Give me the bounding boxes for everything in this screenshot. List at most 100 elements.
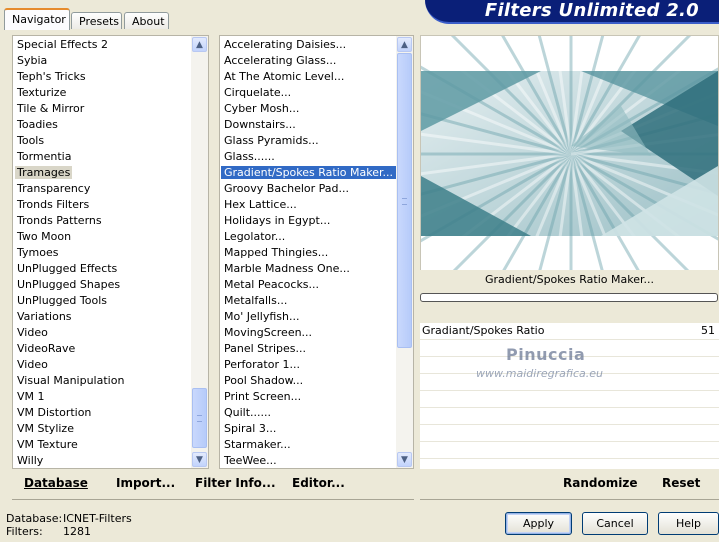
- randomize-button[interactable]: Randomize: [563, 476, 637, 490]
- list-item[interactable]: Hex Lattice...: [220, 197, 396, 213]
- list-item[interactable]: Accelerating Daisies...: [220, 37, 396, 53]
- filter-info-button[interactable]: Filter Info...: [195, 476, 276, 490]
- list-item-label: Tramages: [15, 166, 73, 179]
- list-item[interactable]: UnPlugged Shapes: [13, 277, 191, 293]
- list-item-label: Holidays in Egypt...: [224, 214, 331, 227]
- list-item[interactable]: Gradient/Spokes Ratio Maker...: [220, 165, 396, 181]
- list-item[interactable]: Tormentia: [13, 149, 191, 165]
- cancel-button[interactable]: Cancel: [582, 512, 648, 535]
- list-item[interactable]: VM Texture: [13, 437, 191, 453]
- filter-list[interactable]: Accelerating Daisies... Accelerating Glas…: [219, 35, 414, 469]
- list-item[interactable]: Print Screen...: [220, 389, 396, 405]
- tab-about[interactable]: About: [124, 12, 169, 29]
- chevron-up-icon[interactable]: ▲: [397, 37, 412, 52]
- chevron-down-icon[interactable]: ▼: [192, 452, 207, 467]
- list-item-label: Tormentia: [17, 150, 72, 163]
- list-item[interactable]: Video: [13, 325, 191, 341]
- list-item[interactable]: UnPlugged Effects: [13, 261, 191, 277]
- list-item[interactable]: Holidays in Egypt...: [220, 213, 396, 229]
- list-item[interactable]: Metal Peacocks...: [220, 277, 396, 293]
- list-item[interactable]: Tools: [13, 133, 191, 149]
- list-item[interactable]: Toadies: [13, 117, 191, 133]
- list-item[interactable]: Tronds Patterns: [13, 213, 191, 229]
- category-scroll-thumb[interactable]: [192, 388, 207, 448]
- list-item-label: Perforator 1...: [224, 358, 300, 371]
- list-item[interactable]: Glass......: [220, 149, 396, 165]
- list-item[interactable]: Cyber Mosh...: [220, 101, 396, 117]
- list-item[interactable]: Video: [13, 357, 191, 373]
- editor-button[interactable]: Editor...: [292, 476, 345, 490]
- list-item-label: Panel Stripes...: [224, 342, 307, 355]
- list-item[interactable]: Downstairs...: [220, 117, 396, 133]
- list-item-label: At The Atomic Level...: [224, 70, 345, 83]
- list-item-label: Cyber Mosh...: [224, 102, 300, 115]
- list-item-label: Starmaker...: [224, 438, 291, 451]
- tab-presets[interactable]: Presets: [71, 12, 122, 29]
- list-item[interactable]: Legolator...: [220, 229, 396, 245]
- list-item-label: Mapped Thingies...: [224, 246, 329, 259]
- list-item[interactable]: Tile & Mirror: [13, 101, 191, 117]
- reset-button[interactable]: Reset: [662, 476, 700, 490]
- list-item[interactable]: Sybia: [13, 53, 191, 69]
- list-item-label: Print Screen...: [224, 390, 302, 403]
- category-list[interactable]: Special Effects 2 Sybia Teph's Tricks Textu…: [12, 35, 209, 469]
- list-item[interactable]: VM 1: [13, 389, 191, 405]
- list-item[interactable]: Panel Stripes...: [220, 341, 396, 357]
- list-item-label: Accelerating Daisies...: [224, 38, 347, 51]
- list-item[interactable]: Teph's Tricks: [13, 69, 191, 85]
- database-button[interactable]: Database: [24, 476, 88, 490]
- status-database-label: Database:: [6, 512, 63, 525]
- parameter-row[interactable]: Gradiant/Spokes Ratio 51: [420, 323, 719, 340]
- list-item[interactable]: At The Atomic Level...: [220, 69, 396, 85]
- list-item[interactable]: Mapped Thingies...: [220, 245, 396, 261]
- parameter-value[interactable]: 51: [701, 323, 715, 339]
- list-item-label: Legolator...: [224, 230, 286, 243]
- list-item[interactable]: Two Moon: [13, 229, 191, 245]
- list-item[interactable]: Special Effects 2: [13, 37, 191, 53]
- status-database: Database: ICNET-Filters: [6, 512, 132, 525]
- list-item[interactable]: VM Stylize: [13, 421, 191, 437]
- list-item[interactable]: VideoRave: [13, 341, 191, 357]
- chevron-up-icon[interactable]: ▲: [192, 37, 207, 52]
- list-item[interactable]: Variations: [13, 309, 191, 325]
- list-item[interactable]: Marble Madness One...: [220, 261, 396, 277]
- list-item[interactable]: Quilt......: [220, 405, 396, 421]
- list-item[interactable]: Tronds Filters: [13, 197, 191, 213]
- list-item-label: MovingScreen...: [224, 326, 313, 339]
- list-item[interactable]: Glass Pyramids...: [220, 133, 396, 149]
- list-item[interactable]: TeeWee...: [220, 453, 396, 468]
- list-item[interactable]: Spiral 3...: [220, 421, 396, 437]
- list-item[interactable]: Willy: [13, 453, 191, 468]
- parameter-row-empty: [420, 391, 719, 408]
- list-item[interactable]: Metalfalls...: [220, 293, 396, 309]
- list-item[interactable]: Accelerating Glass...: [220, 53, 396, 69]
- list-item-label: Metalfalls...: [224, 294, 288, 307]
- tab-navigator[interactable]: Navigator: [4, 8, 70, 30]
- list-item[interactable]: Cirquelate...: [220, 85, 396, 101]
- list-item[interactable]: MovingScreen...: [220, 325, 396, 341]
- list-item[interactable]: Groovy Bachelor Pad...: [220, 181, 396, 197]
- list-item[interactable]: Visual Manipulation: [13, 373, 191, 389]
- category-scrollbar[interactable]: ▲ ▼: [191, 36, 208, 468]
- list-item[interactable]: Mo' Jellyfish...: [220, 309, 396, 325]
- import-button[interactable]: Import...: [116, 476, 175, 490]
- list-item-label: Tronds Filters: [17, 198, 90, 211]
- list-item[interactable]: Pool Shadow...: [220, 373, 396, 389]
- list-item-label: Glass......: [224, 150, 275, 163]
- list-item[interactable]: UnPlugged Tools: [13, 293, 191, 309]
- list-item[interactable]: VM Distortion: [13, 405, 191, 421]
- list-item-label: Accelerating Glass...: [224, 54, 337, 67]
- list-item[interactable]: Transparency: [13, 181, 191, 197]
- list-item[interactable]: Tramages: [13, 165, 191, 181]
- filter-scroll-thumb[interactable]: [397, 53, 412, 348]
- list-item-label: UnPlugged Shapes: [17, 278, 121, 291]
- progress-bar: [420, 293, 718, 302]
- list-item[interactable]: Tymoes: [13, 245, 191, 261]
- filter-scrollbar[interactable]: ▲ ▼: [396, 36, 413, 468]
- list-item[interactable]: Perforator 1...: [220, 357, 396, 373]
- apply-button[interactable]: Apply: [505, 512, 572, 535]
- help-button[interactable]: Help: [658, 512, 719, 535]
- list-item[interactable]: Texturize: [13, 85, 191, 101]
- list-item[interactable]: Starmaker...: [220, 437, 396, 453]
- chevron-down-icon[interactable]: ▼: [397, 452, 412, 467]
